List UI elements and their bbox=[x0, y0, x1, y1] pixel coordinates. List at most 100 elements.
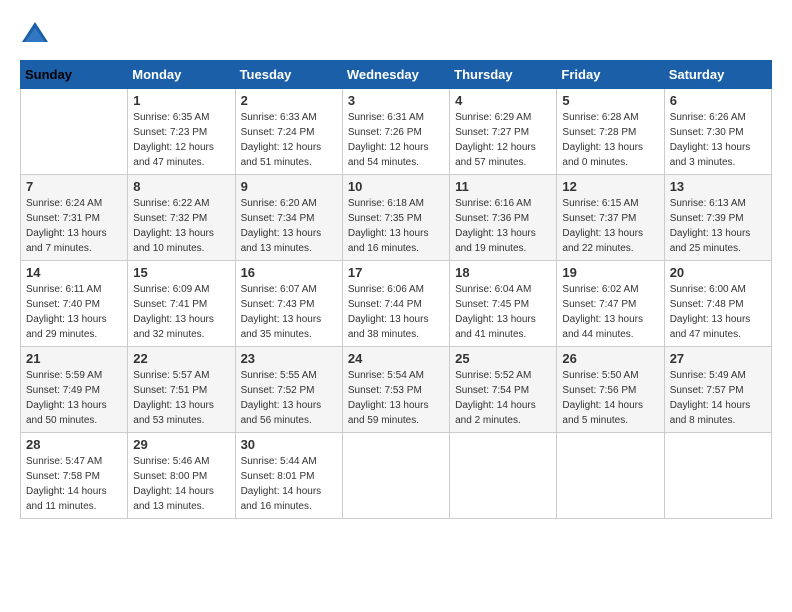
day-info: Sunrise: 6:07 AMSunset: 7:43 PMDaylight:… bbox=[241, 282, 337, 342]
day-number: 29 bbox=[133, 437, 229, 452]
day-number: 13 bbox=[670, 179, 766, 194]
calendar-cell: 5 Sunrise: 6:28 AMSunset: 7:28 PMDaylight… bbox=[557, 89, 664, 175]
day-number: 7 bbox=[26, 179, 122, 194]
day-info: Sunrise: 6:35 AMSunset: 7:23 PMDaylight:… bbox=[133, 110, 229, 170]
day-info: Sunrise: 5:55 AMSunset: 7:52 PMDaylight:… bbox=[241, 368, 337, 428]
calendar-cell: 20 Sunrise: 6:00 AMSunset: 7:48 PMDayligh… bbox=[664, 261, 771, 347]
day-info: Sunrise: 5:59 AMSunset: 7:49 PMDaylight:… bbox=[26, 368, 122, 428]
calendar-cell: 7 Sunrise: 6:24 AMSunset: 7:31 PMDaylight… bbox=[21, 175, 128, 261]
calendar-cell: 22 Sunrise: 5:57 AMSunset: 7:51 PMDayligh… bbox=[128, 347, 235, 433]
day-number: 14 bbox=[26, 265, 122, 280]
day-number: 22 bbox=[133, 351, 229, 366]
day-number: 6 bbox=[670, 93, 766, 108]
day-info: Sunrise: 6:22 AMSunset: 7:32 PMDaylight:… bbox=[133, 196, 229, 256]
day-number: 21 bbox=[26, 351, 122, 366]
calendar-cell: 9Sunrise: 6:20 AMSunset: 7:34 PMDaylight… bbox=[235, 175, 342, 261]
day-info: Sunrise: 6:33 AMSunset: 7:24 PMDaylight:… bbox=[241, 110, 337, 170]
day-number: 30 bbox=[241, 437, 337, 452]
day-number: 26 bbox=[562, 351, 658, 366]
day-number: 2 bbox=[241, 93, 337, 108]
calendar-cell: 24 Sunrise: 5:54 AMSunset: 7:53 PMDayligh… bbox=[342, 347, 449, 433]
day-number: 5 bbox=[562, 93, 658, 108]
calendar-cell: 2 Sunrise: 6:33 AMSunset: 7:24 PMDaylight… bbox=[235, 89, 342, 175]
day-info: Sunrise: 6:06 AMSunset: 7:44 PMDaylight:… bbox=[348, 282, 444, 342]
day-info: Sunrise: 5:50 AMSunset: 7:56 PMDaylight:… bbox=[562, 368, 658, 428]
calendar-cell: 1 Sunrise: 6:35 AMSunset: 7:23 PMDaylight… bbox=[128, 89, 235, 175]
day-number: 3 bbox=[348, 93, 444, 108]
calendar-cell bbox=[557, 433, 664, 519]
day-number: 18 bbox=[455, 265, 551, 280]
calendar-cell: 28 Sunrise: 5:47 AMSunset: 7:58 PMDayligh… bbox=[21, 433, 128, 519]
day-info: Sunrise: 6:31 AMSunset: 7:26 PMDaylight:… bbox=[348, 110, 444, 170]
day-number: 10 bbox=[348, 179, 444, 194]
day-info: Sunrise: 6:11 AMSunset: 7:40 PMDaylight:… bbox=[26, 282, 122, 342]
day-header-sunday: Sunday bbox=[21, 61, 128, 89]
calendar-cell bbox=[664, 433, 771, 519]
day-info: Sunrise: 6:29 AMSunset: 7:27 PMDaylight:… bbox=[455, 110, 551, 170]
calendar-cell bbox=[342, 433, 449, 519]
calendar-cell: 3 Sunrise: 6:31 AMSunset: 7:26 PMDaylight… bbox=[342, 89, 449, 175]
calendar-cell: 19Sunrise: 6:02 AMSunset: 7:47 PMDayligh… bbox=[557, 261, 664, 347]
calendar-cell: 18 Sunrise: 6:04 AMSunset: 7:45 PMDayligh… bbox=[450, 261, 557, 347]
day-number: 1 bbox=[133, 93, 229, 108]
day-info: Sunrise: 6:18 AMSunset: 7:35 PMDaylight:… bbox=[348, 196, 444, 256]
day-number: 20 bbox=[670, 265, 766, 280]
calendar-cell: 4 Sunrise: 6:29 AMSunset: 7:27 PMDaylight… bbox=[450, 89, 557, 175]
day-number: 4 bbox=[455, 93, 551, 108]
day-info: Sunrise: 6:28 AMSunset: 7:28 PMDaylight:… bbox=[562, 110, 658, 170]
calendar-cell: 16Sunrise: 6:07 AMSunset: 7:43 PMDayligh… bbox=[235, 261, 342, 347]
day-info: Sunrise: 5:46 AMSunset: 8:00 PMDaylight:… bbox=[133, 454, 229, 514]
calendar-cell: 23Sunrise: 5:55 AMSunset: 7:52 PMDayligh… bbox=[235, 347, 342, 433]
day-number: 24 bbox=[348, 351, 444, 366]
calendar-cell: 6 Sunrise: 6:26 AMSunset: 7:30 PMDaylight… bbox=[664, 89, 771, 175]
day-info: Sunrise: 6:13 AMSunset: 7:39 PMDaylight:… bbox=[670, 196, 766, 256]
day-info: Sunrise: 5:57 AMSunset: 7:51 PMDaylight:… bbox=[133, 368, 229, 428]
day-info: Sunrise: 6:26 AMSunset: 7:30 PMDaylight:… bbox=[670, 110, 766, 170]
calendar-cell: 30 Sunrise: 5:44 AMSunset: 8:01 PMDayligh… bbox=[235, 433, 342, 519]
day-header-friday: Friday bbox=[557, 61, 664, 89]
logo-icon bbox=[20, 20, 50, 50]
day-number: 28 bbox=[26, 437, 122, 452]
day-info: Sunrise: 6:00 AMSunset: 7:48 PMDaylight:… bbox=[670, 282, 766, 342]
week-row-2: 7 Sunrise: 6:24 AMSunset: 7:31 PMDaylight… bbox=[21, 175, 772, 261]
day-number: 27 bbox=[670, 351, 766, 366]
calendar-cell: 27 Sunrise: 5:49 AMSunset: 7:57 PMDayligh… bbox=[664, 347, 771, 433]
day-info: Sunrise: 5:54 AMSunset: 7:53 PMDaylight:… bbox=[348, 368, 444, 428]
header-row: SundayMondayTuesdayWednesdayThursdayFrid… bbox=[21, 61, 772, 89]
day-info: Sunrise: 5:52 AMSunset: 7:54 PMDaylight:… bbox=[455, 368, 551, 428]
day-header-wednesday: Wednesday bbox=[342, 61, 449, 89]
day-header-tuesday: Tuesday bbox=[235, 61, 342, 89]
day-number: 25 bbox=[455, 351, 551, 366]
calendar-cell bbox=[450, 433, 557, 519]
day-info: Sunrise: 6:16 AMSunset: 7:36 PMDaylight:… bbox=[455, 196, 551, 256]
day-number: 12 bbox=[562, 179, 658, 194]
week-row-5: 28 Sunrise: 5:47 AMSunset: 7:58 PMDayligh… bbox=[21, 433, 772, 519]
day-number: 15 bbox=[133, 265, 229, 280]
calendar-cell: 8Sunrise: 6:22 AMSunset: 7:32 PMDaylight… bbox=[128, 175, 235, 261]
calendar-cell: 13 Sunrise: 6:13 AMSunset: 7:39 PMDayligh… bbox=[664, 175, 771, 261]
calendar-cell bbox=[21, 89, 128, 175]
day-info: Sunrise: 6:24 AMSunset: 7:31 PMDaylight:… bbox=[26, 196, 122, 256]
calendar-cell: 21 Sunrise: 5:59 AMSunset: 7:49 PMDayligh… bbox=[21, 347, 128, 433]
calendar-cell: 17Sunrise: 6:06 AMSunset: 7:44 PMDayligh… bbox=[342, 261, 449, 347]
day-info: Sunrise: 5:47 AMSunset: 7:58 PMDaylight:… bbox=[26, 454, 122, 514]
calendar-cell: 10 Sunrise: 6:18 AMSunset: 7:35 PMDayligh… bbox=[342, 175, 449, 261]
week-row-4: 21 Sunrise: 5:59 AMSunset: 7:49 PMDayligh… bbox=[21, 347, 772, 433]
calendar-cell: 12Sunrise: 6:15 AMSunset: 7:37 PMDayligh… bbox=[557, 175, 664, 261]
day-info: Sunrise: 6:04 AMSunset: 7:45 PMDaylight:… bbox=[455, 282, 551, 342]
day-number: 11 bbox=[455, 179, 551, 194]
day-header-monday: Monday bbox=[128, 61, 235, 89]
calendar-cell: 26 Sunrise: 5:50 AMSunset: 7:56 PMDayligh… bbox=[557, 347, 664, 433]
day-header-thursday: Thursday bbox=[450, 61, 557, 89]
calendar-cell: 25 Sunrise: 5:52 AMSunset: 7:54 PMDayligh… bbox=[450, 347, 557, 433]
calendar-cell: 29 Sunrise: 5:46 AMSunset: 8:00 PMDayligh… bbox=[128, 433, 235, 519]
day-info: Sunrise: 5:44 AMSunset: 8:01 PMDaylight:… bbox=[241, 454, 337, 514]
day-info: Sunrise: 6:09 AMSunset: 7:41 PMDaylight:… bbox=[133, 282, 229, 342]
day-number: 9 bbox=[241, 179, 337, 194]
day-header-saturday: Saturday bbox=[664, 61, 771, 89]
day-info: Sunrise: 5:49 AMSunset: 7:57 PMDaylight:… bbox=[670, 368, 766, 428]
week-row-1: 1 Sunrise: 6:35 AMSunset: 7:23 PMDaylight… bbox=[21, 89, 772, 175]
calendar-cell: 11 Sunrise: 6:16 AMSunset: 7:36 PMDayligh… bbox=[450, 175, 557, 261]
week-row-3: 14 Sunrise: 6:11 AMSunset: 7:40 PMDayligh… bbox=[21, 261, 772, 347]
logo bbox=[20, 20, 54, 50]
